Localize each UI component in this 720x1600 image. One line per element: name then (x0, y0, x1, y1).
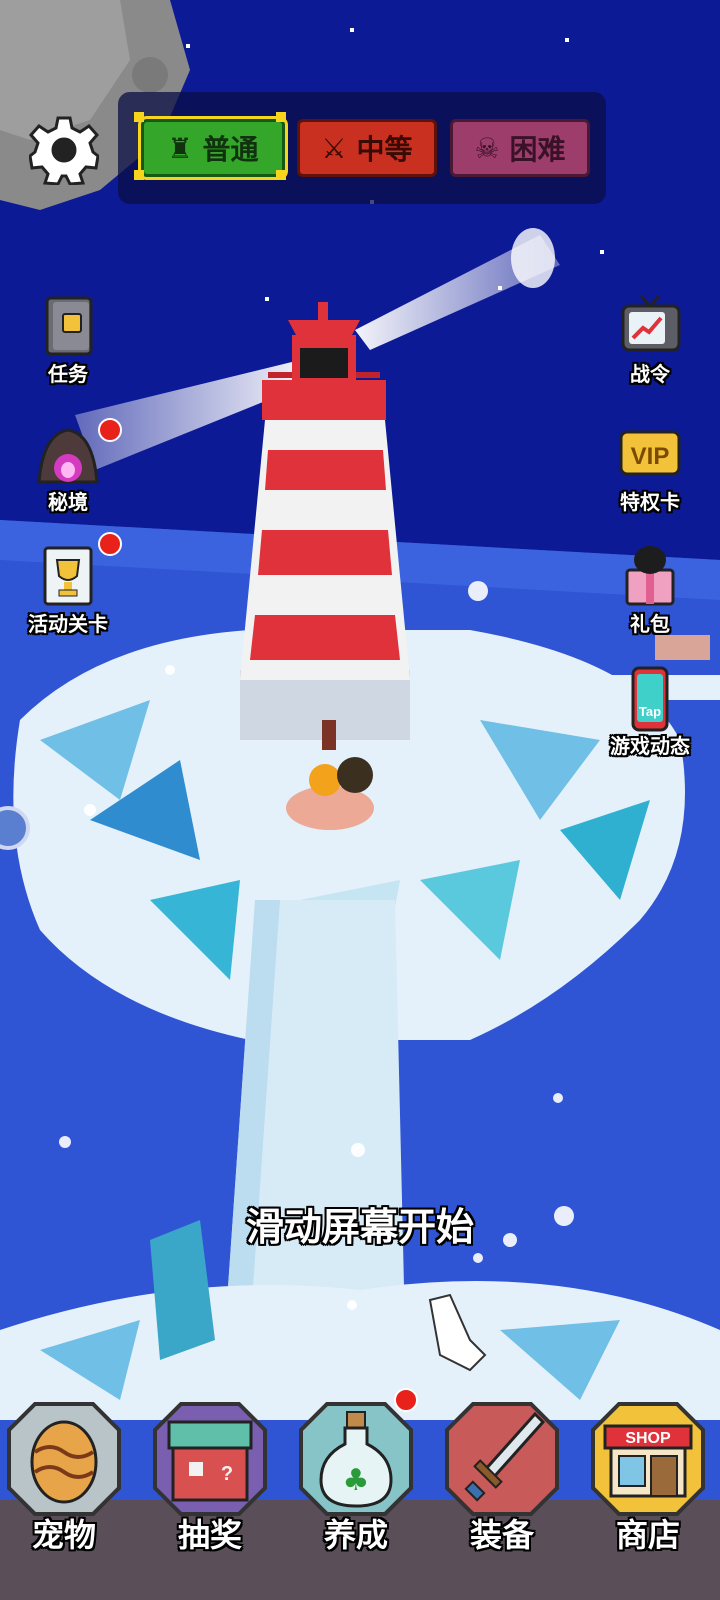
notification-dot (98, 532, 122, 556)
difficulty-normal-button[interactable]: ♜ 普通 (141, 119, 285, 177)
mystery-box-icon: ? (153, 1402, 267, 1516)
difficulty-hard-button[interactable]: ☠ 困难 (450, 119, 590, 177)
battle-pass-button[interactable]: 战令 (602, 292, 698, 387)
difficulty-normal-label: 普通 (202, 133, 259, 166)
skull-icon: ☠ (474, 131, 500, 165)
secret-realm-label: 秘境 (48, 490, 88, 514)
tasks-label: 任务 (48, 362, 88, 386)
book-icon (45, 296, 93, 356)
svg-text:?: ? (221, 1463, 233, 1485)
selection-corner (134, 112, 144, 122)
event-levels-button[interactable]: 活动关卡 (20, 532, 122, 637)
difficulty-medium-button[interactable]: ⚔ 中等 (297, 119, 437, 177)
shop-sign-text: SHOP (625, 1430, 671, 1447)
castle-icon: ♜ (167, 131, 193, 165)
crossed-swords-icon: ⚔ (321, 131, 347, 165)
bottom-nav: 宠物 ? 抽奖 ♣ 养成 装备 SHOP 商店 (0, 1388, 720, 1600)
gift-pack-button[interactable]: 礼包 (602, 542, 698, 637)
vip-icon: VIP (619, 430, 681, 476)
clover-bottle-icon: ♣ (299, 1402, 413, 1516)
vip-badge-text: VIP (631, 443, 670, 470)
nav-shop-label: 商店 (615, 1516, 680, 1554)
swipe-to-start-hint: 滑动屏幕开始 (245, 1205, 474, 1249)
tap-badge-text: Tap (639, 704, 661, 719)
settings-gear-icon[interactable] (29, 115, 99, 185)
game-news-label: 游戏动态 (610, 734, 690, 758)
nav-pets[interactable]: 宠物 (0, 1400, 128, 1560)
notification-dot (98, 418, 122, 442)
secret-realm-button[interactable]: 秘境 (20, 418, 122, 515)
selection-corner (276, 112, 286, 122)
notification-dot (394, 1388, 418, 1412)
event-levels-label: 活动关卡 (28, 612, 108, 636)
nav-nurture[interactable]: ♣ 养成 (292, 1388, 420, 1560)
selection-corner (134, 170, 144, 180)
battle-pass-label: 战令 (630, 362, 670, 386)
gift-pack-label: 礼包 (630, 612, 670, 636)
nav-equipment[interactable]: 装备 (438, 1400, 566, 1560)
game-scene[interactable] (0, 0, 720, 1600)
nav-equipment-label: 装备 (469, 1516, 534, 1554)
selection-corner (276, 170, 286, 180)
nav-lottery-label: 抽奖 (177, 1516, 242, 1554)
game-news-button[interactable]: Tap 游戏动态 (602, 664, 698, 759)
cave-icon (37, 428, 99, 484)
difficulty-medium-label: 中等 (356, 133, 413, 166)
nav-lottery[interactable]: ? 抽奖 (146, 1400, 274, 1560)
trophy-icon (43, 546, 93, 606)
vip-card-button[interactable]: VIP 特权卡 (602, 420, 698, 515)
egg-icon (7, 1402, 121, 1516)
nav-shop[interactable]: SHOP 商店 (584, 1400, 712, 1560)
phone-tap-icon: Tap (631, 666, 669, 732)
shop-icon: SHOP (591, 1402, 705, 1516)
svg-text:♣: ♣ (343, 1463, 370, 1498)
sword-icon (445, 1402, 559, 1516)
edge-bubble[interactable] (0, 806, 30, 850)
vip-card-label: 特权卡 (620, 490, 680, 514)
gift-box-icon (625, 546, 675, 606)
difficulty-hard-label: 困难 (509, 133, 566, 166)
tv-chart-icon (621, 294, 681, 352)
nav-nurture-label: 养成 (323, 1516, 388, 1554)
tasks-button[interactable]: 任务 (20, 292, 116, 387)
nav-pets-label: 宠物 (31, 1516, 96, 1554)
